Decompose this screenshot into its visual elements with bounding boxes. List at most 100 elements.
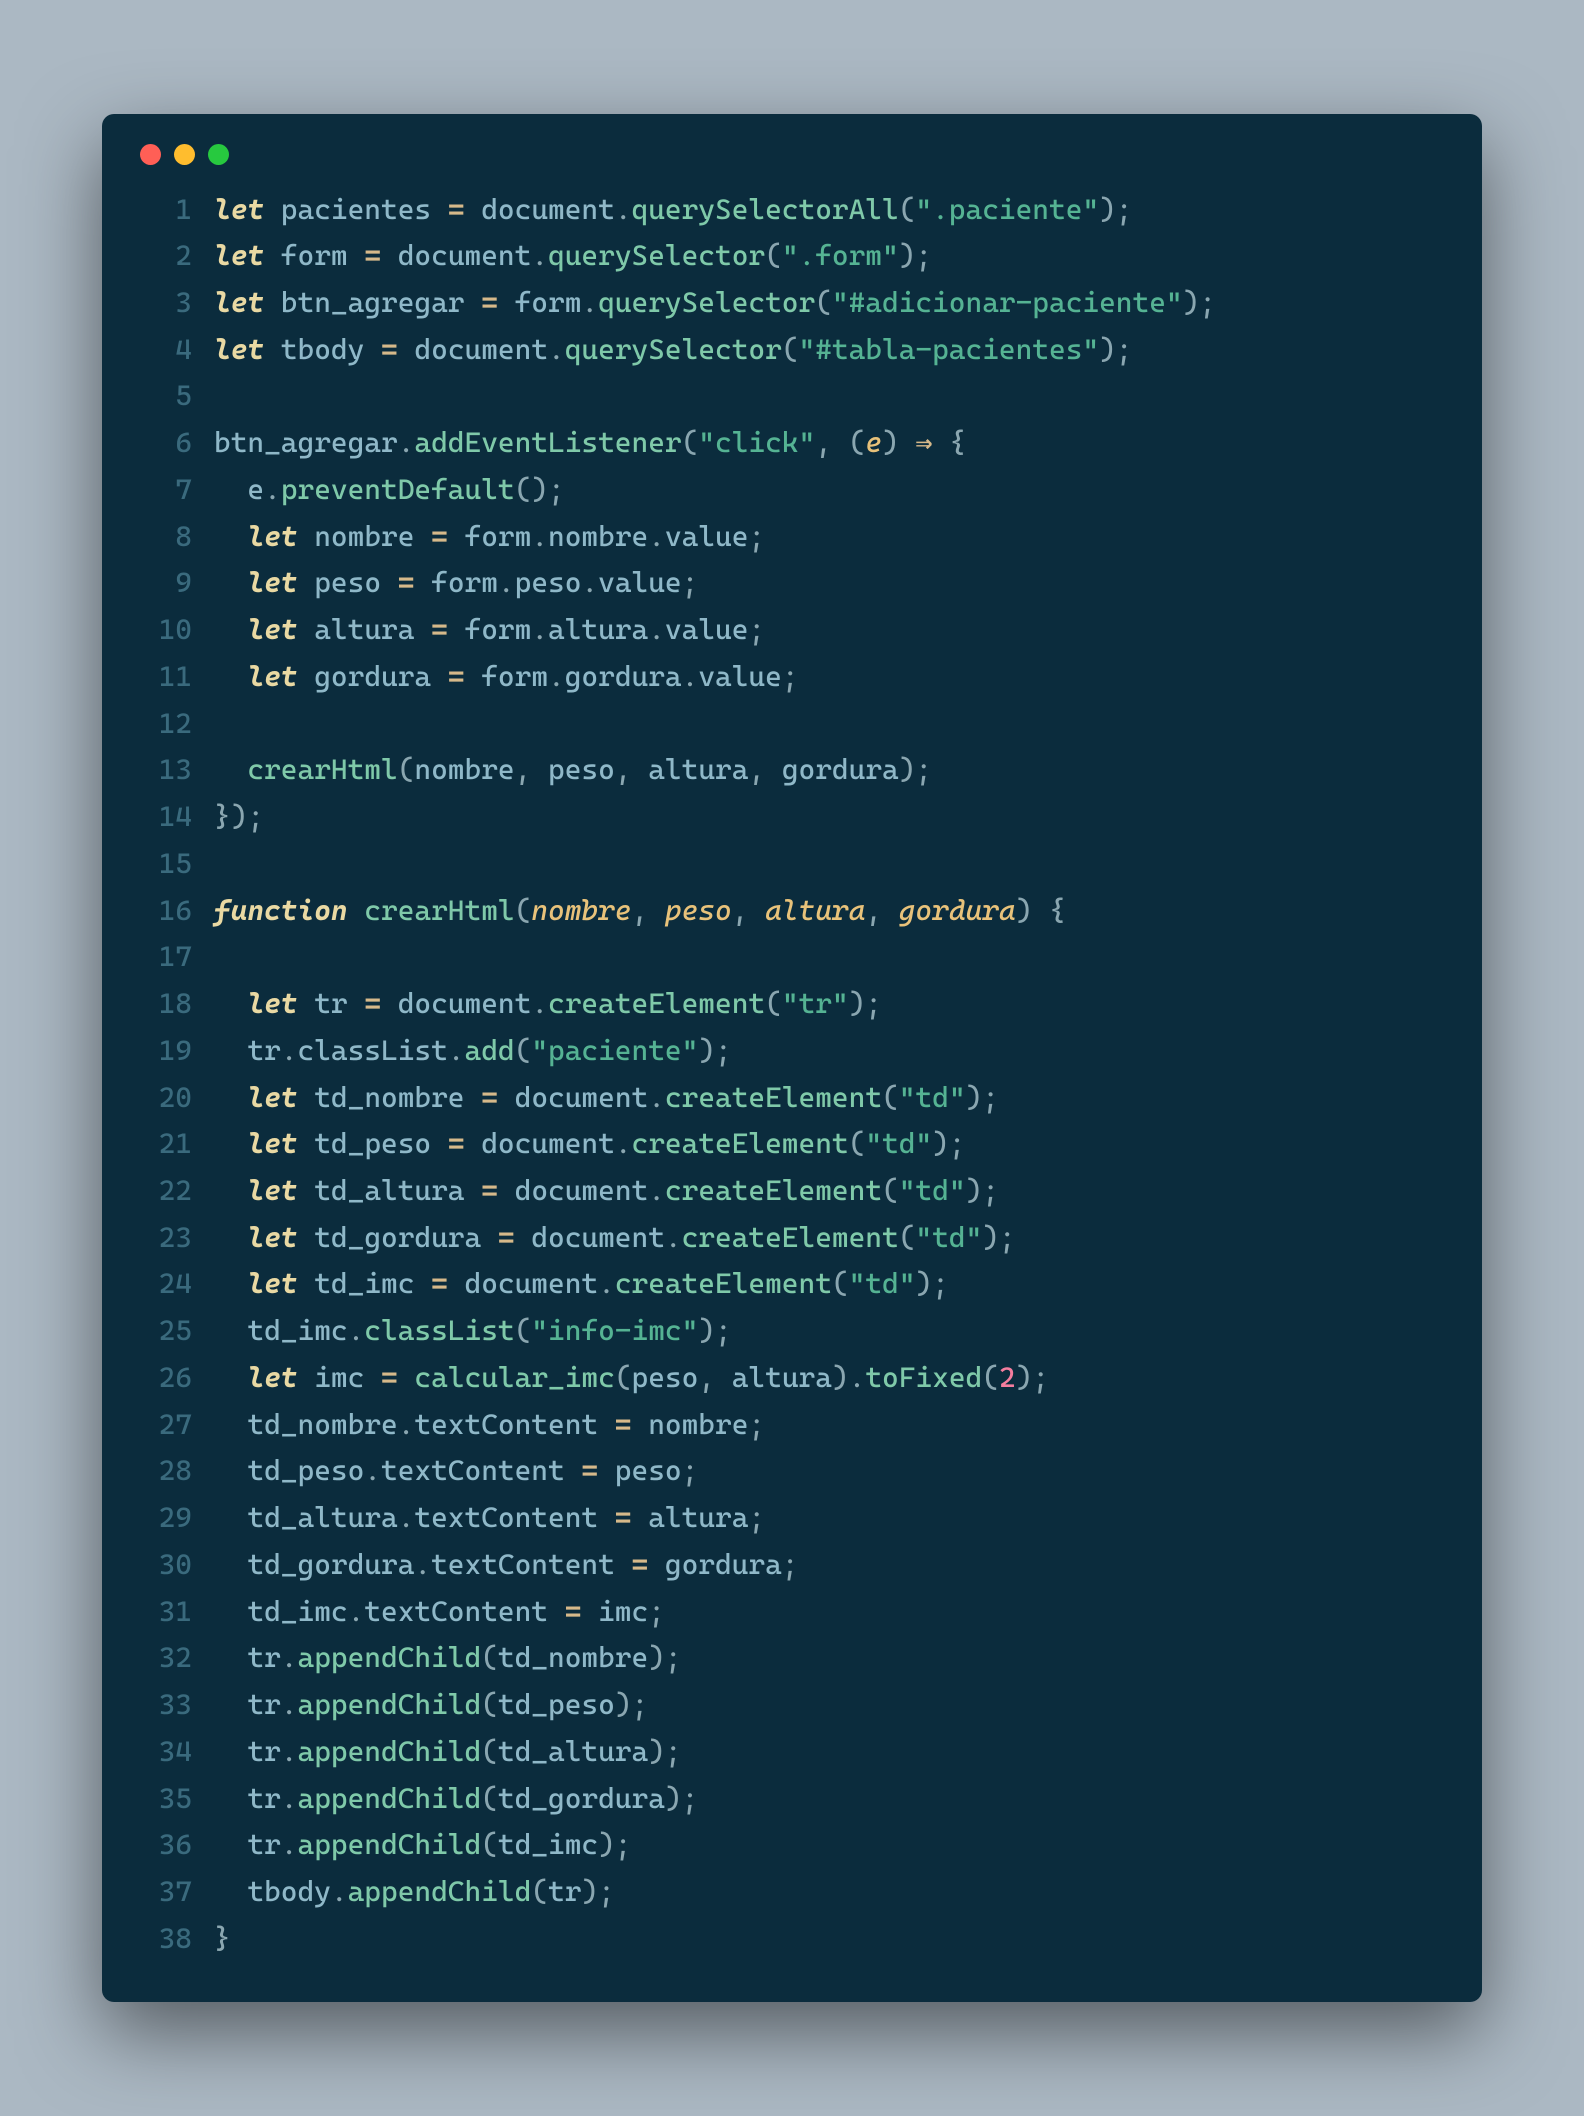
line-content: crearHtml(nombre, peso, altura, gordura)… — [192, 747, 932, 794]
code-line: 11 let gordura = form.gordura.value; — [138, 654, 1446, 701]
line-number: 22 — [138, 1168, 192, 1215]
line-number: 35 — [138, 1776, 192, 1823]
code-line: 2let form = document.querySelector(".for… — [138, 233, 1446, 280]
code-line: 15 — [138, 841, 1446, 888]
code-line: 22 let td_altura = document.createElemen… — [138, 1168, 1446, 1215]
line-number: 9 — [138, 560, 192, 607]
code-line: 13 crearHtml(nombre, peso, altura, gordu… — [138, 747, 1446, 794]
code-line: 6btn_agregar.addEventListener("click", (… — [138, 420, 1446, 467]
close-icon[interactable] — [140, 144, 161, 165]
code-line: 30 td_gordura.textContent = gordura; — [138, 1542, 1446, 1589]
window-titlebar — [138, 144, 1446, 165]
line-number: 13 — [138, 747, 192, 794]
line-number: 4 — [138, 327, 192, 374]
code-line: 10 let altura = form.altura.value; — [138, 607, 1446, 654]
code-line: 24 let td_imc = document.createElement("… — [138, 1261, 1446, 1308]
line-content: tr.appendChild(td_nombre); — [192, 1635, 682, 1682]
line-number: 31 — [138, 1589, 192, 1636]
line-number: 16 — [138, 888, 192, 935]
code-line: 3let btn_agregar = form.querySelector("#… — [138, 280, 1446, 327]
line-content: tr.appendChild(td_peso); — [192, 1682, 648, 1729]
code-block: 1let pacientes = document.querySelectorA… — [138, 187, 1446, 1963]
line-content: tr.appendChild(td_imc); — [192, 1822, 632, 1869]
line-number: 24 — [138, 1261, 192, 1308]
line-number: 32 — [138, 1635, 192, 1682]
line-content: btn_agregar.addEventListener("click", (e… — [192, 420, 966, 467]
line-content: let peso = form.peso.value; — [192, 560, 698, 607]
code-line: 31 td_imc.textContent = imc; — [138, 1589, 1446, 1636]
line-number: 3 — [138, 280, 192, 327]
line-content: }); — [192, 794, 264, 841]
zoom-icon[interactable] — [208, 144, 229, 165]
code-line: 27 td_nombre.textContent = nombre; — [138, 1402, 1446, 1449]
line-number: 38 — [138, 1916, 192, 1963]
line-number: 5 — [138, 373, 192, 420]
line-number: 33 — [138, 1682, 192, 1729]
code-line: 20 let td_nombre = document.createElemen… — [138, 1075, 1446, 1122]
line-number: 6 — [138, 420, 192, 467]
line-content: let btn_agregar = form.querySelector("#a… — [192, 280, 1216, 327]
line-number: 26 — [138, 1355, 192, 1402]
code-line: 8 let nombre = form.nombre.value; — [138, 514, 1446, 561]
line-content: } — [192, 1916, 231, 1963]
line-content: td_imc.classList("info-imc"); — [192, 1308, 732, 1355]
line-content: let td_nombre = document.createElement("… — [192, 1075, 999, 1122]
line-number: 10 — [138, 607, 192, 654]
line-content: let td_peso = document.createElement("td… — [192, 1121, 966, 1168]
line-number: 2 — [138, 233, 192, 280]
code-line: 37 tbody.appendChild(tr); — [138, 1869, 1446, 1916]
line-content: e.preventDefault(); — [192, 467, 565, 514]
code-line: 26 let imc = calcular_imc(peso, altura).… — [138, 1355, 1446, 1402]
line-content: let gordura = form.gordura.value; — [192, 654, 799, 701]
line-number: 21 — [138, 1121, 192, 1168]
line-number: 15 — [138, 841, 192, 888]
line-content — [192, 701, 214, 748]
line-content: let imc = calcular_imc(peso, altura).toF… — [192, 1355, 1049, 1402]
line-content: let td_gordura = document.createElement(… — [192, 1215, 1016, 1262]
code-window: 1let pacientes = document.querySelectorA… — [102, 114, 1482, 2003]
line-number: 27 — [138, 1402, 192, 1449]
line-number: 12 — [138, 701, 192, 748]
code-line: 25 td_imc.classList("info-imc"); — [138, 1308, 1446, 1355]
line-content: td_imc.textContent = imc; — [192, 1589, 665, 1636]
line-content: td_gordura.textContent = gordura; — [192, 1542, 798, 1589]
line-number: 25 — [138, 1308, 192, 1355]
line-number: 20 — [138, 1075, 192, 1122]
line-content: td_altura.textContent = altura; — [192, 1495, 765, 1542]
line-number: 14 — [138, 794, 192, 841]
line-number: 30 — [138, 1542, 192, 1589]
line-number: 11 — [138, 654, 192, 701]
line-number: 19 — [138, 1028, 192, 1075]
code-line: 29 td_altura.textContent = altura; — [138, 1495, 1446, 1542]
line-content — [192, 373, 214, 420]
code-line: 33 tr.appendChild(td_peso); — [138, 1682, 1446, 1729]
line-content: tr.appendChild(td_altura); — [192, 1729, 682, 1776]
line-content — [192, 841, 214, 888]
code-line: 9 let peso = form.peso.value; — [138, 560, 1446, 607]
line-content: tbody.appendChild(tr); — [192, 1869, 615, 1916]
line-number: 8 — [138, 514, 192, 561]
line-content: let td_imc = document.createElement("td"… — [192, 1261, 949, 1308]
line-number: 18 — [138, 981, 192, 1028]
line-number: 17 — [138, 934, 192, 981]
line-number: 29 — [138, 1495, 192, 1542]
code-line: 38} — [138, 1916, 1446, 1963]
line-content: td_nombre.textContent = nombre; — [192, 1402, 765, 1449]
line-number: 34 — [138, 1729, 192, 1776]
code-line: 19 tr.classList.add("paciente"); — [138, 1028, 1446, 1075]
code-line: 16function crearHtml(nombre, peso, altur… — [138, 888, 1446, 935]
line-number: 1 — [138, 187, 192, 234]
line-number: 37 — [138, 1869, 192, 1916]
code-line: 4let tbody = document.querySelector("#ta… — [138, 327, 1446, 374]
code-line: 35 tr.appendChild(td_gordura); — [138, 1776, 1446, 1823]
code-line: 1let pacientes = document.querySelectorA… — [138, 187, 1446, 234]
code-line: 18 let tr = document.createElement("tr")… — [138, 981, 1446, 1028]
line-number: 23 — [138, 1215, 192, 1262]
line-content: function crearHtml(nombre, peso, altura,… — [192, 888, 1066, 935]
line-content: tr.appendChild(td_gordura); — [192, 1776, 698, 1823]
line-content: tr.classList.add("paciente"); — [192, 1028, 732, 1075]
code-line: 14}); — [138, 794, 1446, 841]
line-content: let tr = document.createElement("tr"); — [192, 981, 882, 1028]
minimize-icon[interactable] — [174, 144, 195, 165]
code-line: 12 — [138, 701, 1446, 748]
